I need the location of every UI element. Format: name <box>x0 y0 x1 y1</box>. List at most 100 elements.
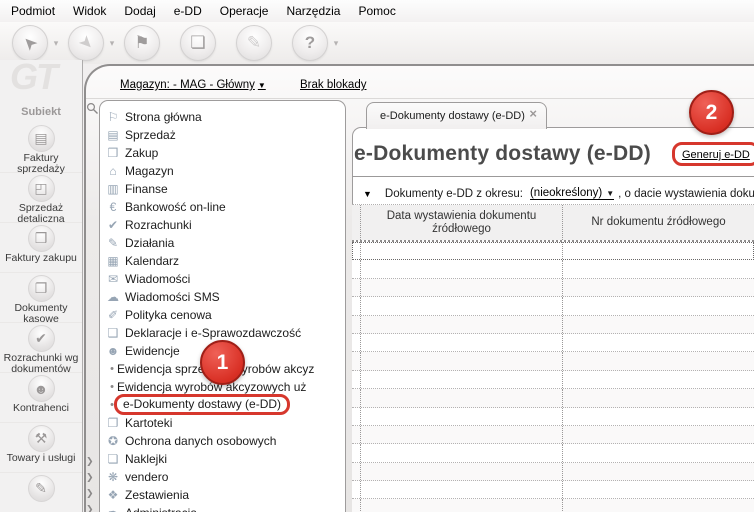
table-row[interactable] <box>352 407 754 426</box>
sidebar-shortcut[interactable]: Sprzedaż detaliczna <box>0 173 82 224</box>
sidebar-shortcut[interactable]: Towary i usługi <box>0 423 82 473</box>
tree-item[interactable]: Magazyn <box>100 162 345 180</box>
menu-item[interactable]: Pomoc <box>349 1 404 21</box>
tree-item[interactable]: Naklejki <box>100 450 345 468</box>
table-row[interactable] <box>352 278 754 298</box>
reports-partial-icon <box>35 480 47 497</box>
column-header-number[interactable]: Nr dokumentu źródłowego <box>563 205 754 240</box>
tree-subitem[interactable]: e-Dokumenty dostawy (e-DD) <box>100 393 345 415</box>
tree-item[interactable]: Sprzedaż <box>100 126 345 144</box>
toolbar-button[interactable] <box>68 25 104 61</box>
contractors-icon <box>34 381 49 397</box>
sales-invoices-icon <box>34 130 47 147</box>
nav-tree-panel: Strona główna Sprzedaż Zakup Magazyn Fin… <box>99 100 346 512</box>
sidebar-shortcut[interactable]: Dokumenty kasowe <box>0 273 82 324</box>
tree-item[interactable]: Bankowość on-line <box>100 198 345 216</box>
tree-item[interactable]: vendero <box>100 468 345 486</box>
toolbar-button[interactable] <box>12 25 48 61</box>
filter-label: Dokumenty e-DD z okresu: <box>384 187 523 200</box>
grid-header: Data wystawienia dokumentu źródłowego Nr… <box>352 204 754 242</box>
dropdown-caret-icon[interactable] <box>106 38 118 49</box>
settlements-icon <box>105 218 121 232</box>
brand-block: GT Subiekt <box>0 60 82 123</box>
generate-edd-annotation-box: Generuj e-DD <box>672 142 754 166</box>
column-header-date[interactable]: Data wystawienia dokumentu źródłowego <box>361 205 563 240</box>
table-row[interactable] <box>352 462 754 482</box>
tree-item[interactable]: Zakup <box>100 144 345 162</box>
toolbar-button[interactable] <box>292 25 328 61</box>
table-row[interactable] <box>352 333 754 353</box>
sidebar-shortcut[interactable]: Faktury sprzedaży <box>0 123 82 174</box>
bullet-icon <box>107 363 117 375</box>
tab-edd[interactable]: e-Dokumenty dostawy (e-DD) <box>366 102 547 129</box>
table-row[interactable] <box>352 352 754 371</box>
tree-item[interactable]: Kartoteki <box>100 414 345 432</box>
magazyn-selector-link[interactable]: Magazyn: - MAG - Główny <box>120 79 266 91</box>
pricing-icon <box>105 308 121 322</box>
period-selector[interactable]: (nieokreślony) <box>529 187 615 200</box>
table-row[interactable] <box>352 260 754 279</box>
tree-item[interactable]: Administracja <box>100 504 345 512</box>
actions-icon <box>105 236 121 250</box>
brand-name: Subiekt <box>21 106 61 118</box>
tree-item[interactable]: Zestawienia <box>100 486 345 504</box>
table-row[interactable] <box>352 499 754 512</box>
tab-close-icon[interactable] <box>529 106 537 121</box>
grid-gutter-header <box>352 205 361 240</box>
toolbar-button[interactable] <box>124 25 160 61</box>
gt-logo: GT <box>10 60 58 97</box>
purchase-icon <box>105 146 121 160</box>
menu-item[interactable]: Widok <box>64 1 115 21</box>
sidebar-shortcut[interactable]: Rozrachunki wg dokumentów <box>0 323 82 374</box>
menu-item[interactable]: Operacje <box>211 1 278 21</box>
tree-item[interactable]: Wiadomości <box>100 270 345 288</box>
finance-icon <box>105 182 121 196</box>
sidebar-expander-chevron-icon[interactable] <box>86 472 97 486</box>
retail-sales-icon <box>34 180 47 197</box>
labels-icon <box>105 452 121 466</box>
sidebar-shortcut[interactable]: Faktury zakupu <box>0 223 82 273</box>
warehouse-icon <box>105 164 121 178</box>
tree-item[interactable]: Kalendarz <box>100 252 345 270</box>
table-row[interactable] <box>352 389 754 408</box>
tree-item[interactable]: Działania <box>100 234 345 252</box>
generate-edd-link[interactable]: Generuj e-DD <box>682 149 750 161</box>
filter-dropdown-icon[interactable] <box>363 189 372 199</box>
tree-item[interactable]: Rozrachunki <box>100 216 345 234</box>
filter-suffix: , o dacie wystawienia dokume <box>618 187 754 200</box>
dropdown-caret-icon[interactable] <box>330 38 342 49</box>
sales-icon <box>105 128 121 142</box>
tree-item[interactable]: Wiadomości SMS <box>100 288 345 306</box>
table-row[interactable] <box>352 425 754 445</box>
menu-item[interactable]: e-DD <box>165 1 211 21</box>
messages-icon <box>105 272 121 286</box>
toolbar-button[interactable] <box>180 25 216 61</box>
sidebar-shortcut[interactable]: Kontrahenci <box>0 373 82 423</box>
toolbar-button[interactable] <box>236 25 272 61</box>
administration-icon <box>105 506 121 512</box>
table-row[interactable] <box>352 297 754 316</box>
sidebar-expander-chevron-icon[interactable] <box>86 488 97 502</box>
tree-item[interactable]: Finanse <box>100 180 345 198</box>
table-row[interactable] <box>352 370 754 390</box>
sidebar-shortcut[interactable] <box>0 473 82 512</box>
caret-down-icon <box>606 189 614 198</box>
menu-item[interactable]: Podmiot <box>2 1 64 21</box>
sidebar-expander-chevron-icon[interactable] <box>86 456 97 470</box>
blokada-link[interactable]: Brak blokady <box>300 79 366 91</box>
auto-hide-pin-icon[interactable] <box>86 102 99 115</box>
menu-item[interactable]: Narzędzia <box>277 1 349 21</box>
tree-item[interactable]: Strona główna <box>100 108 345 126</box>
table-row[interactable] <box>352 315 754 334</box>
records-icon <box>105 344 121 358</box>
edd-grid: Data wystawienia dokumentu źródłowego Nr… <box>352 204 754 512</box>
table-row-focused[interactable] <box>352 242 754 261</box>
sidebar-expander-chevron-icon[interactable] <box>86 504 97 512</box>
tree-item[interactable]: Polityka cenowa <box>100 306 345 324</box>
dropdown-caret-icon[interactable] <box>50 38 62 49</box>
table-row[interactable] <box>352 481 754 500</box>
menu-item[interactable]: Dodaj <box>115 1 164 21</box>
tree-item[interactable]: Ochrona danych osobowych <box>100 432 345 450</box>
calendar-icon <box>105 254 121 268</box>
table-row[interactable] <box>352 444 754 463</box>
